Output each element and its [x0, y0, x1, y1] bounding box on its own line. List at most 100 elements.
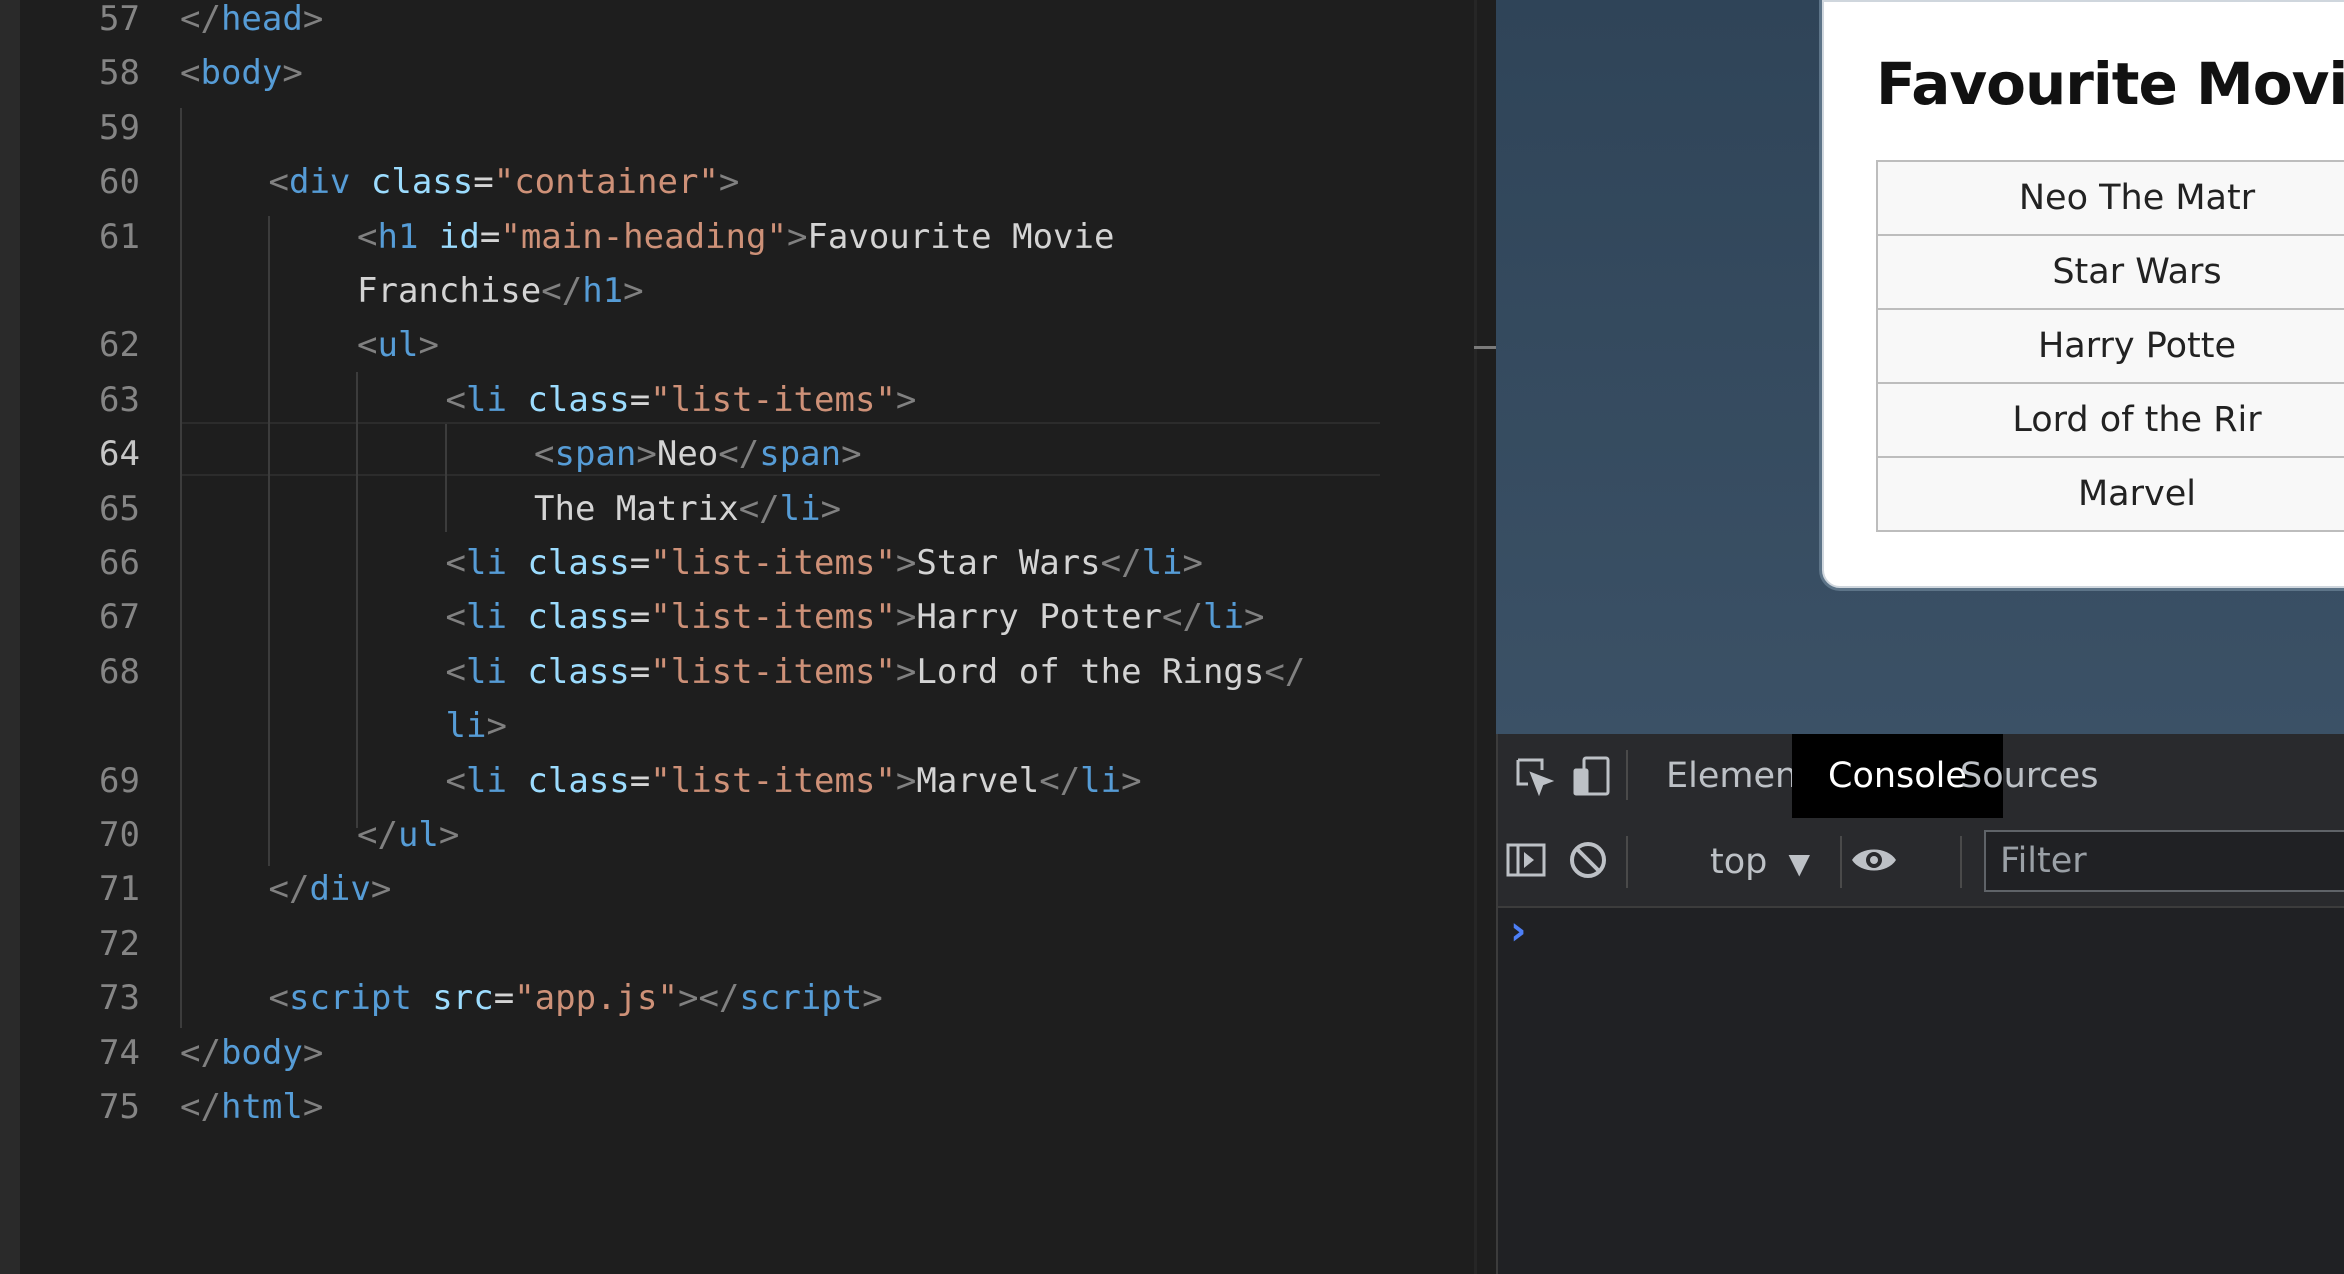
line-number: 63 [99, 379, 140, 420]
clear-console-icon[interactable] [1562, 834, 1614, 886]
code-token: > [438, 815, 460, 855]
code-text: <ul> [357, 318, 439, 372]
line-number: 65 [99, 488, 140, 529]
code-token: > [862, 978, 883, 1019]
line-number: 62 [99, 325, 140, 366]
code-token: = [473, 162, 494, 203]
code-line[interactable]: 75 </html> [0, 1080, 1470, 1134]
code-token: </ [1264, 651, 1306, 692]
code-token: </ [1162, 597, 1203, 638]
device-toolbar-icon[interactable] [1566, 750, 1618, 802]
sidebar-toggle-icon[interactable] [1500, 834, 1552, 886]
context-selector[interactable]: top ▼ [1710, 834, 1810, 890]
code-token: "list-items" [650, 543, 896, 583]
code-token: > [1121, 760, 1142, 801]
code-token: span [759, 434, 842, 475]
line-number: 74 [99, 1032, 140, 1073]
code-line[interactable]: 63 <li class="list-items"> [0, 373, 1470, 427]
code-token: div [309, 869, 371, 910]
line-number: 60 [99, 162, 140, 203]
code-line[interactable]: 67 <li class="list-items">Harry Potter</l… [0, 590, 1470, 644]
code-line[interactable]: 58 <body> [0, 46, 1470, 100]
code-token: > [486, 706, 507, 747]
code-token: "app.js" [514, 978, 678, 1019]
devtools-tab-bar: Elements Console Sources [1498, 734, 2344, 820]
line-number: 64 [99, 434, 140, 475]
code-line[interactable]: 69 <li class="list-items">Marvel</li> [0, 754, 1470, 808]
code-token: li [1080, 760, 1122, 801]
code-text: The Matrix</li> [534, 482, 841, 536]
code-token: < [534, 434, 555, 475]
code-line[interactable]: 59 [0, 101, 1470, 155]
inspect-element-icon[interactable] [1508, 750, 1560, 802]
code-token: li [445, 706, 487, 747]
code-line[interactable]: 57 </head> [0, 0, 1470, 46]
code-text: </head> [180, 0, 323, 46]
code-token: head [220, 0, 303, 39]
code-token: Star Wars [916, 543, 1101, 583]
code-line[interactable]: 66 <li class="list-items">Star Wars</li> [0, 536, 1470, 590]
code-line[interactable]: 73 <script src="app.js"></script> [0, 971, 1470, 1025]
code-token: > [1243, 597, 1265, 638]
filter-input[interactable] [1984, 830, 2344, 892]
code-line[interactable]: 60 <div class="container"> [0, 155, 1470, 209]
code-token: < [445, 651, 466, 692]
code-token: < [268, 978, 289, 1019]
code-token: > [370, 869, 392, 910]
code-line[interactable]: 68 <li class="list-items">Lord of the Rin… [0, 645, 1470, 699]
code-line[interactable]: 72 [0, 917, 1470, 971]
code-line[interactable]: 70 </ul> [0, 808, 1470, 862]
code-token: = [629, 760, 651, 801]
code-token: = [629, 651, 651, 692]
code-token: body [220, 1032, 303, 1073]
code-token: class [370, 162, 474, 203]
code-line[interactable]: 61 <h1 id="main-heading">Favourite Movie [0, 210, 1470, 264]
code-token: </ [738, 488, 780, 529]
toolbar-separator [1626, 836, 1628, 888]
code-token: html [220, 1087, 303, 1127]
code-line[interactable]: Franchise</h1> [0, 264, 1470, 318]
code-line[interactable]: 71 </div> [0, 862, 1470, 916]
code-token: </ [1039, 760, 1081, 801]
code-text: </body> [180, 1026, 323, 1080]
code-line[interactable]: 74 </body> [0, 1026, 1470, 1080]
code-token: Favourite Movie [807, 216, 1115, 257]
code-token: < [445, 543, 466, 583]
code-token: li [779, 488, 821, 529]
code-token: li [1141, 543, 1183, 583]
page-heading: Favourite Movie [1876, 50, 2344, 118]
code-token: class [527, 379, 630, 420]
code-text: <li class="list-items">Harry Potter</li> [446, 590, 1265, 644]
code-token: li [465, 651, 507, 692]
code-token: = [629, 597, 651, 638]
code-token: > [841, 434, 862, 475]
code-token: > [302, 1032, 324, 1073]
editor-divider [1474, 0, 1477, 1274]
code-token: > [282, 53, 303, 94]
console-prompt[interactable]: › [1510, 908, 1526, 954]
live-expression-eye-icon[interactable] [1848, 834, 1900, 886]
code-text: li> [446, 699, 507, 753]
code-token: = [629, 379, 651, 420]
code-line[interactable]: 65 The Matrix</li> [0, 482, 1470, 536]
list-item: Marvel [1876, 456, 2344, 532]
code-token: > [820, 488, 842, 529]
code-token: < [180, 53, 201, 94]
code-token: script [288, 978, 412, 1019]
code-token: h1 [377, 216, 419, 257]
code-token: > [302, 0, 324, 39]
code-line[interactable]: 64 <span>Neo</span> [0, 427, 1470, 481]
code-token: > [895, 379, 917, 420]
code-line[interactable]: 62 <ul> [0, 318, 1470, 372]
scrollbar-marker[interactable] [1474, 346, 1496, 349]
code-line[interactable]: li> [0, 699, 1470, 753]
line-number: 58 [99, 53, 140, 94]
code-editor[interactable]: 57 </head> 58 <body> 59 60 <div class="contain… [0, 0, 1496, 1274]
code-token: body [200, 53, 283, 94]
tab-sources[interactable]: Sources [1924, 734, 2134, 818]
code-token: > [786, 216, 808, 257]
code-token: > [895, 651, 917, 692]
